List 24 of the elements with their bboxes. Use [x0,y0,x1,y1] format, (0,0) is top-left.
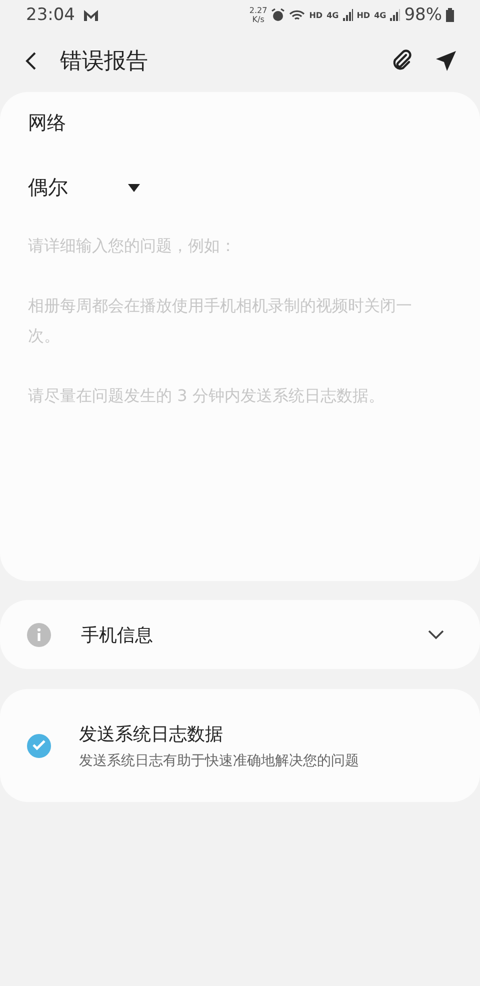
dropdown-caret-icon [128,184,140,192]
network-type: 4G [326,10,339,20]
checkmark-icon [32,740,46,751]
signal-icon [390,9,400,21]
alarm-icon [271,8,286,22]
option-title: 发送系统日志数据 [79,722,224,746]
signal-icon [342,9,353,21]
network-type: 4G [374,10,386,20]
wifi-icon [289,8,306,22]
hd-label: HD [356,10,370,20]
hd-label: HD [309,10,323,20]
mail-icon [83,8,99,22]
checkbox[interactable] [27,734,51,758]
send-icon [434,49,458,73]
network-speed: 2.27 K/s [249,6,268,24]
frequency-dropdown[interactable]: 偶尔 [28,174,140,201]
battery-level: 98% [404,5,442,25]
device-info-row[interactable]: 手机信息 [0,600,480,669]
battery-icon [446,8,454,22]
page-title: 错误报告 [60,48,148,76]
option-description: 发送系统日志有助于快速准确地解决您的问题 [79,752,359,770]
clock: 23:04 [26,5,75,25]
category-label: 网络 [28,111,67,136]
info-icon [27,622,51,646]
